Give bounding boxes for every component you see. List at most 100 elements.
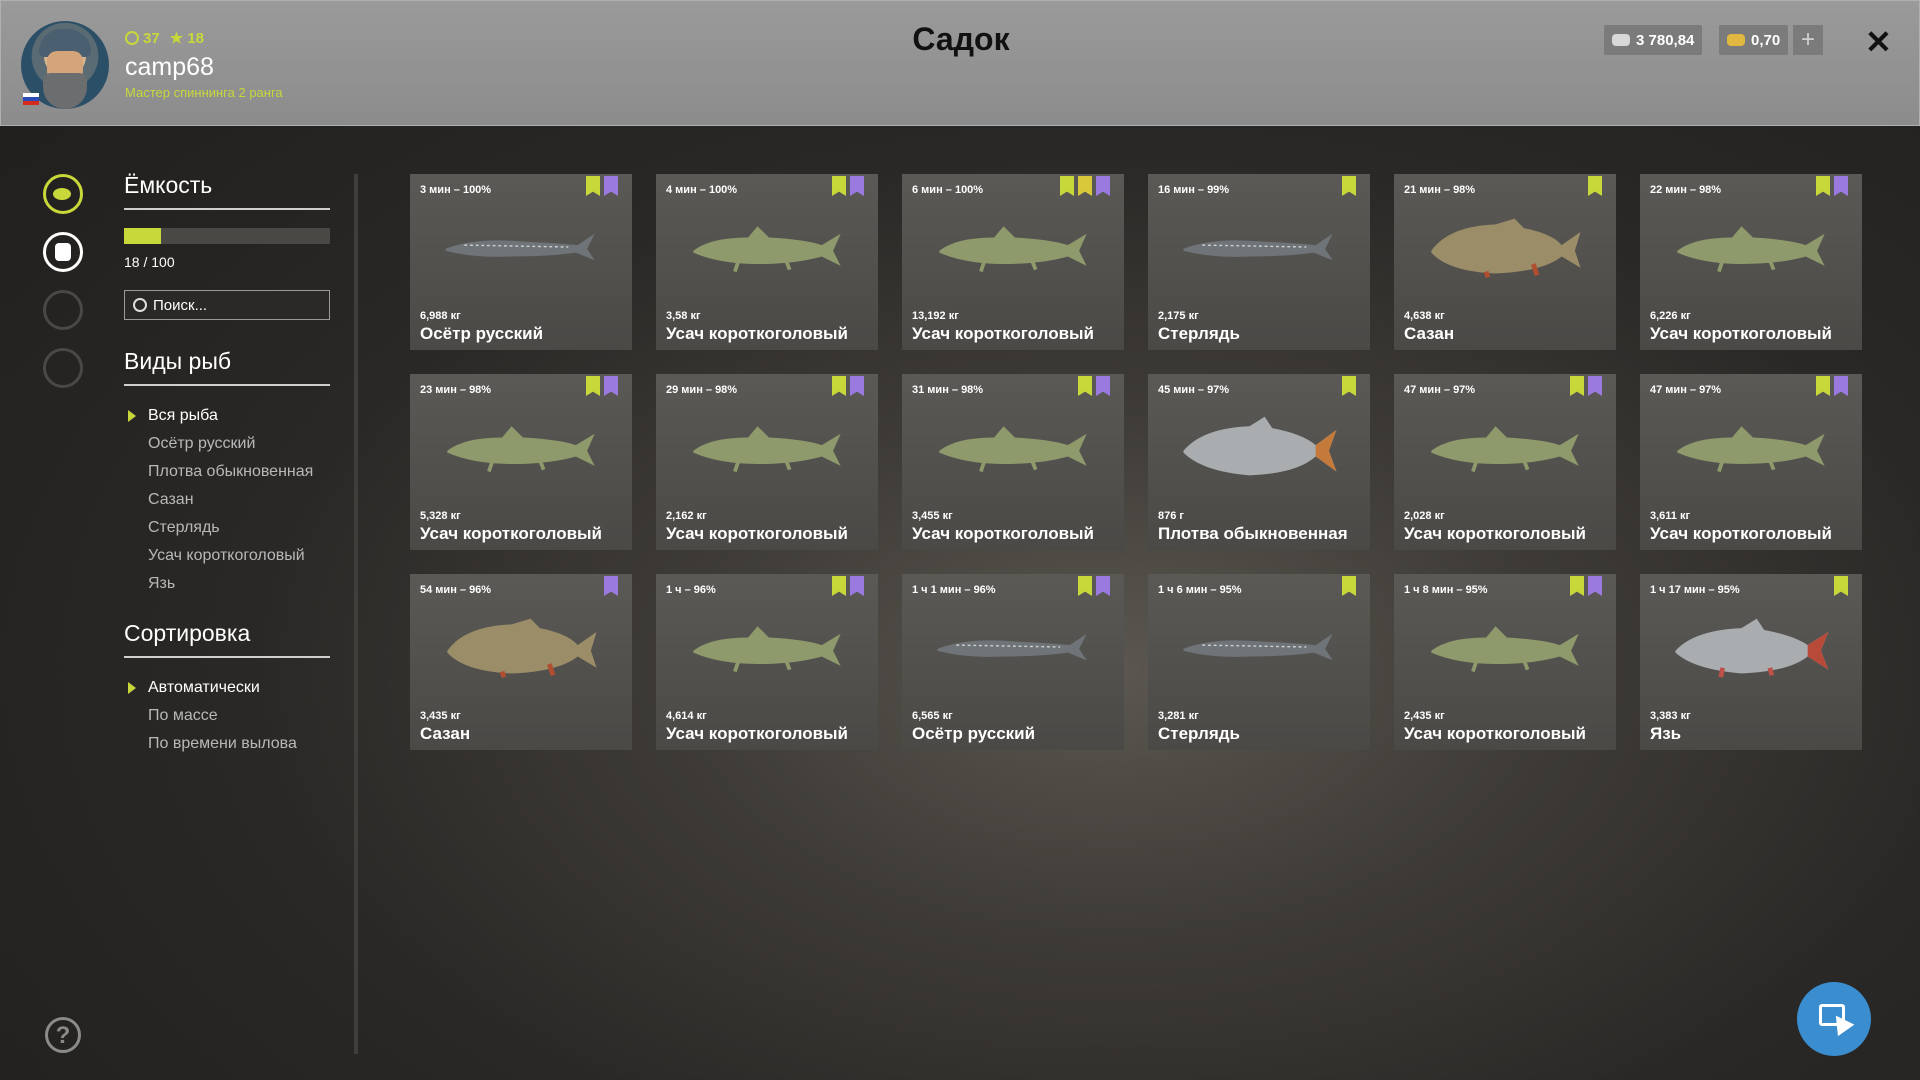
catch-time: 23 мин – 98% xyxy=(420,384,492,396)
fish-card[interactable]: 1 ч 1 мин – 96% 6,565 кг Осётр русский xyxy=(902,574,1124,750)
gold-amount: 0,70 xyxy=(1751,31,1781,49)
green-bookmark-icon xyxy=(1342,376,1356,396)
fish-weight: 3,611 кг xyxy=(1650,510,1691,522)
fish-weight: 4,638 кг xyxy=(1404,310,1445,322)
catch-time: 29 мин – 98% xyxy=(666,384,738,396)
fish-badges xyxy=(586,176,618,196)
catch-time: 21 мин – 98% xyxy=(1404,184,1476,196)
purple-bookmark-icon xyxy=(850,376,864,396)
silver-coin-icon xyxy=(1612,34,1630,46)
fish-weight: 2,175 кг xyxy=(1158,310,1199,322)
catch-time: 6 мин – 100% xyxy=(912,184,984,196)
green-bookmark-icon xyxy=(1078,576,1092,596)
gold-coin-icon xyxy=(1727,34,1745,46)
cursor-mode-button[interactable] xyxy=(1797,982,1871,1056)
green-bookmark-icon xyxy=(832,576,846,596)
green-bookmark-icon xyxy=(1060,176,1074,196)
help-button[interactable]: ? xyxy=(45,1017,81,1053)
fish-card[interactable]: 1 ч – 96% 4,614 кг Усач короткоголовый xyxy=(656,574,878,750)
filter-sidebar: Ёмкость 18 / 100 Поиск... Виды рыб Вся р… xyxy=(124,170,330,758)
green-bookmark-icon xyxy=(1834,576,1848,596)
green-bookmark-icon xyxy=(1816,176,1830,196)
fish-image-icon xyxy=(445,233,595,261)
capacity-title: Ёмкость xyxy=(124,170,330,210)
fish-card[interactable]: 23 мин – 98% 5,328 кг Усач короткоголовы… xyxy=(410,374,632,550)
fish-badges xyxy=(1834,576,1848,596)
home-tab-icon[interactable] xyxy=(43,348,83,388)
species-item[interactable]: Вся рыба xyxy=(124,402,330,430)
green-bookmark-icon xyxy=(832,176,846,196)
close-button[interactable]: ✕ xyxy=(1865,23,1892,61)
fish-badges xyxy=(586,376,618,396)
fish-weight: 6,565 кг xyxy=(912,710,953,722)
fish-card[interactable]: 1 ч 8 мин – 95% 2,435 кг Усач короткогол… xyxy=(1394,574,1616,750)
catch-time: 1 ч 1 мин – 96% xyxy=(912,584,996,596)
purple-bookmark-icon xyxy=(850,176,864,196)
fish-badges xyxy=(1570,376,1602,396)
player-rank: Мастер спиннинга 2 ранга xyxy=(125,85,283,100)
green-bookmark-icon xyxy=(586,176,600,196)
fish-card[interactable]: 54 мин – 96% 3,435 кг Сазан xyxy=(410,574,632,750)
fish-card[interactable]: 6 мин – 100% 13,192 кг Усач короткоголов… xyxy=(902,174,1124,350)
fish-weight: 3,58 кг xyxy=(666,310,701,322)
fish-name: Усач короткоголовый xyxy=(912,524,1094,543)
species-item[interactable]: Язь xyxy=(124,570,330,598)
purple-bookmark-icon xyxy=(1588,576,1602,596)
fish-image-icon xyxy=(1431,426,1579,473)
fish-badges xyxy=(1588,176,1602,196)
fish-weight: 6,988 кг xyxy=(420,310,461,322)
green-bookmark-icon xyxy=(1816,376,1830,396)
search-input[interactable]: Поиск... xyxy=(124,290,330,320)
keepnet-tab-icon[interactable] xyxy=(43,232,83,272)
catch-time: 1 ч 17 мин – 95% xyxy=(1650,584,1740,596)
fish-card[interactable]: 1 ч 6 мин – 95% 3,281 кг Стерлядь xyxy=(1148,574,1370,750)
fish-badges xyxy=(1078,576,1110,596)
catch-time: 54 мин – 96% xyxy=(420,584,492,596)
fish-image-icon xyxy=(1675,618,1829,678)
species-item[interactable]: Сазан xyxy=(124,486,330,514)
search-placeholder: Поиск... xyxy=(153,296,208,314)
fish-card[interactable]: 21 мин – 98% 4,638 кг Сазан xyxy=(1394,174,1616,350)
fish-card[interactable]: 4 мин – 100% 3,58 кг Усач короткоголовый xyxy=(656,174,878,350)
species-item[interactable]: Стерлядь xyxy=(124,514,330,542)
fish-name: Осётр русский xyxy=(420,324,544,343)
fish-name: Язь xyxy=(1650,724,1682,743)
search-icon xyxy=(133,298,147,312)
fish-image-icon xyxy=(447,618,597,678)
fish-image-icon xyxy=(1183,416,1337,476)
silver-amount: 3 780,84 xyxy=(1636,31,1695,49)
green-bookmark-icon xyxy=(832,376,846,396)
fish-name: Усач короткоголовый xyxy=(912,324,1094,343)
species-item[interactable]: Осётр русский xyxy=(124,430,330,458)
fish-badges xyxy=(1342,576,1356,596)
fish-card[interactable]: 29 мин – 98% 2,162 кг Усач короткоголовы… xyxy=(656,374,878,550)
fish-tab-icon[interactable] xyxy=(43,174,83,214)
fish-card[interactable]: 31 мин – 98% 3,455 кг Усач короткоголовы… xyxy=(902,374,1124,550)
fish-card[interactable]: 47 мин – 97% 3,611 кг Усач короткоголовы… xyxy=(1640,374,1862,550)
purple-bookmark-icon xyxy=(1588,376,1602,396)
green-bookmark-icon xyxy=(1078,376,1092,396)
fish-card[interactable]: 22 мин – 98% 6,226 кг Усач короткоголовы… xyxy=(1640,174,1862,350)
fish-image-icon xyxy=(693,226,841,273)
fish-name: Усач короткоголовый xyxy=(1404,724,1586,743)
fish-card[interactable]: 3 мин – 100% 6,988 кг Осётр русский xyxy=(410,174,632,350)
sort-option[interactable]: По времени вылова xyxy=(124,730,330,758)
sort-option[interactable]: Автоматически xyxy=(124,674,330,702)
camp-tab-icon[interactable] xyxy=(43,290,83,330)
fish-badges xyxy=(1816,376,1848,396)
fish-card[interactable]: 45 мин – 97% 876 г Плотва обыкновенная xyxy=(1148,374,1370,550)
green-bookmark-icon xyxy=(586,376,600,396)
purple-bookmark-icon xyxy=(604,176,618,196)
fish-badges xyxy=(1816,176,1848,196)
fish-weight: 2,028 кг xyxy=(1404,510,1445,522)
fish-card[interactable]: 16 мин – 99% 2,175 кг Стерлядь xyxy=(1148,174,1370,350)
fish-image-icon xyxy=(1431,626,1579,673)
sort-option[interactable]: По массе xyxy=(124,702,330,730)
species-item[interactable]: Усач короткоголовый xyxy=(124,542,330,570)
species-item[interactable]: Плотва обыкновенная xyxy=(124,458,330,486)
capacity-bar xyxy=(124,228,330,244)
add-currency-button[interactable]: + xyxy=(1793,25,1823,55)
fish-card[interactable]: 47 мин – 97% 2,028 кг Усач короткоголовы… xyxy=(1394,374,1616,550)
fish-card[interactable]: 1 ч 17 мин – 95% 3,383 кг Язь xyxy=(1640,574,1862,750)
purple-bookmark-icon xyxy=(1096,376,1110,396)
